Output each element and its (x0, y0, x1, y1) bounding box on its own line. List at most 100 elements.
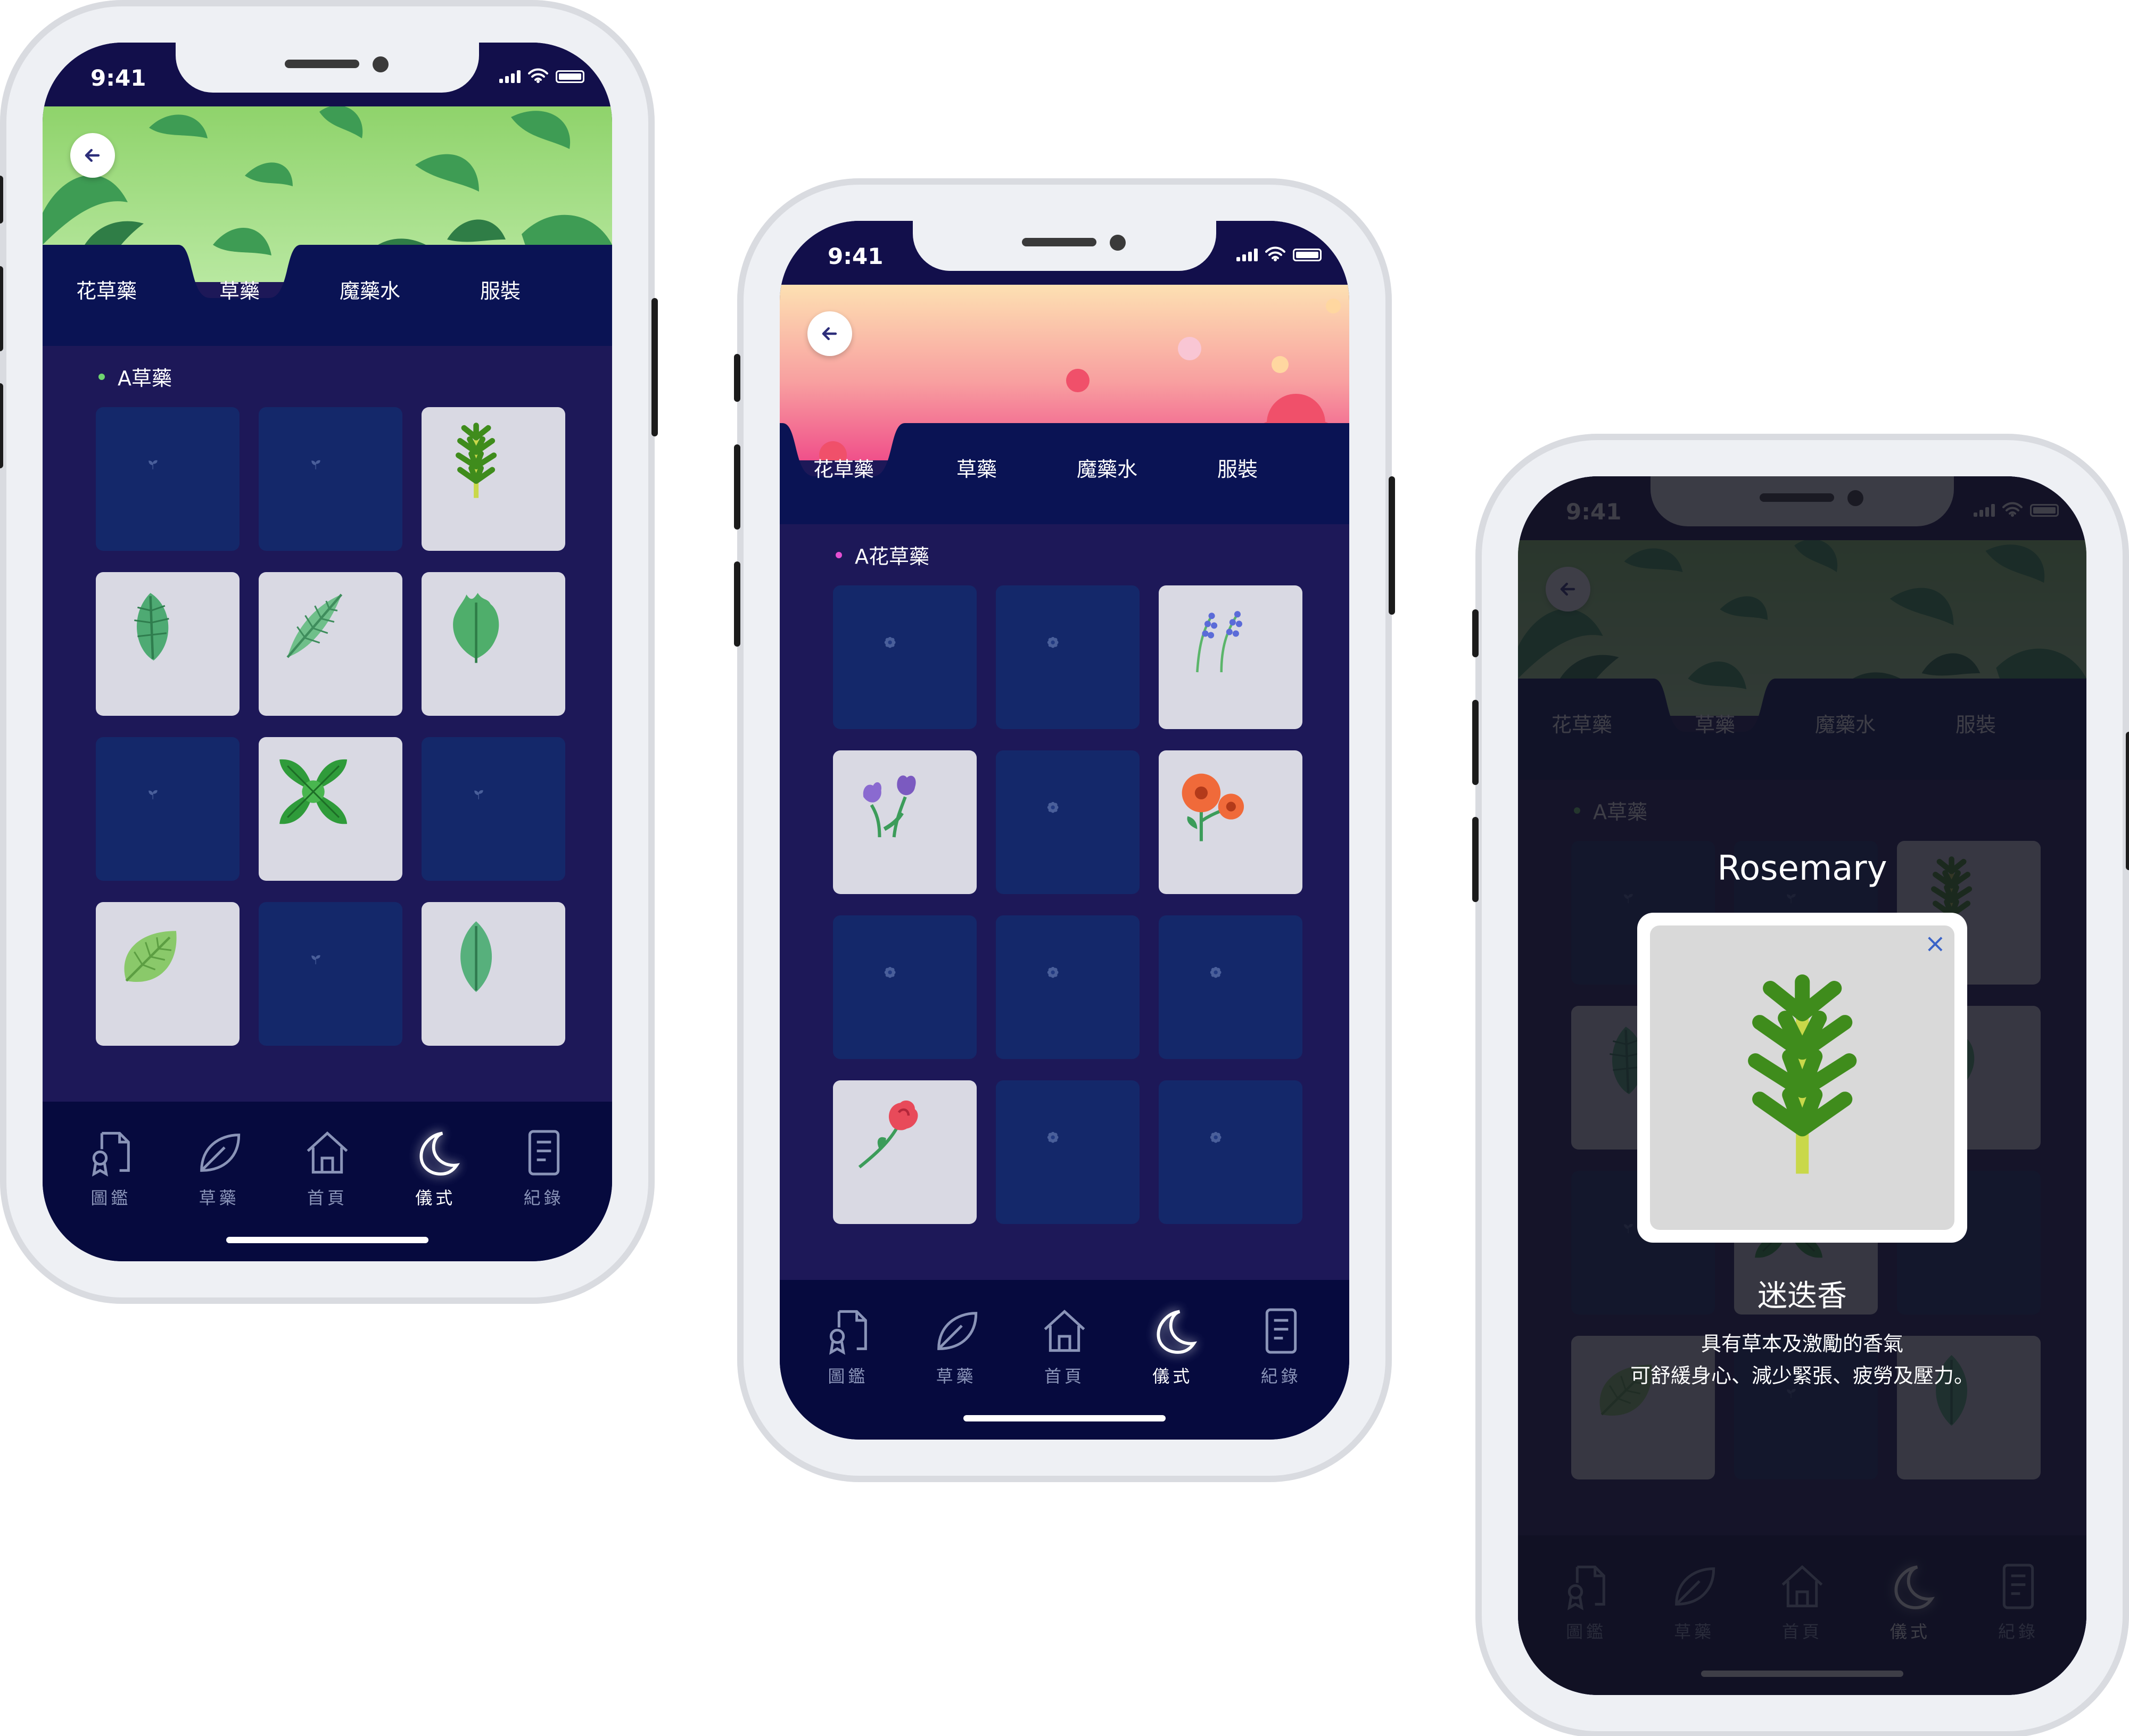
nav-item-label: 儀式 (415, 1188, 456, 1208)
lavender-icon (1173, 600, 1288, 715)
kale-leaf-icon (436, 586, 551, 701)
notch (176, 43, 479, 93)
nav-item-label: 圖鑑 (90, 1188, 131, 1208)
collection-cell[interactable] (1159, 1080, 1302, 1224)
tab-4[interactable]: 服裝 (1217, 453, 1258, 482)
collection-cell[interactable] (259, 902, 402, 1046)
category-tabs: 花草藥 草藥 魔藥水 服裝 (43, 245, 612, 346)
collection-cell[interactable] (259, 407, 402, 551)
tab-1[interactable]: 花草藥 (76, 275, 137, 304)
home-indicator (963, 1415, 1166, 1421)
nav-item-5[interactable]: 紀錄 (1249, 1304, 1313, 1387)
leaf-icon (930, 1304, 983, 1358)
phone-rosemary-detail: 9:41花草藥草藥魔藥水服裝A草藥圖鑑草藥首頁儀式紀錄Rosemary×迷迭香具… (1472, 434, 2129, 1736)
wifi-icon (1265, 246, 1285, 261)
nav-item-1[interactable]: 圖鑑 (816, 1304, 880, 1387)
moon-icon (409, 1126, 462, 1179)
screen: 9:41 花草藥 草藥 魔藥水 服裝 A草藥 圖鑑 草藥 首頁 儀式 紀錄 (43, 43, 612, 1261)
phone-herbs: 9:41 花草藥 草藥 魔藥水 服裝 A草藥 圖鑑 草藥 首頁 儀式 紀錄 (0, 0, 658, 1304)
back-button[interactable] (70, 133, 115, 178)
collection-cell[interactable] (422, 902, 565, 1046)
back-button[interactable] (807, 311, 852, 356)
wifi-icon (528, 68, 548, 83)
leaf-icon (193, 1126, 246, 1179)
rosemary-icon (436, 421, 551, 536)
battery-icon (556, 70, 584, 83)
collection-grid (833, 585, 1302, 1224)
phone-flower-herbs: 9:41 花草藥 草藥 魔藥水 服裝 A花草藥 圖鑑 草藥 首頁 儀式 紀錄 (734, 178, 1395, 1482)
mint-icon (273, 751, 388, 866)
nav-item-label: 紀錄 (523, 1188, 564, 1208)
flower-locked-icon (884, 636, 927, 679)
speaker (285, 60, 359, 68)
bottom-nav: 圖鑑 草藥 首頁 儀式 紀錄 (43, 1102, 612, 1261)
collection-grid (96, 407, 565, 1046)
collection-cell[interactable] (996, 750, 1140, 894)
tab-3[interactable]: 魔藥水 (340, 275, 400, 304)
oval-leaf-icon (436, 916, 551, 1031)
collection-cell[interactable] (1159, 750, 1302, 894)
nav-item-3[interactable]: 首頁 (295, 1126, 359, 1209)
modal-card: × (1637, 913, 1967, 1243)
category-tabs: 花草藥 草藥 魔藥水 服裝 (780, 423, 1349, 524)
sprout-icon (146, 458, 189, 501)
close-icon[interactable]: × (1925, 929, 1946, 958)
collection-cell[interactable] (96, 407, 240, 551)
section-dot (98, 373, 105, 380)
nav-item-3[interactable]: 首頁 (1033, 1304, 1096, 1387)
home-icon (301, 1126, 354, 1179)
rosemary-icon (1696, 971, 1909, 1184)
flower-locked-icon (1046, 636, 1090, 679)
collection-cell[interactable] (259, 737, 402, 881)
collection-cell[interactable] (833, 915, 977, 1059)
tab-2[interactable]: 草藥 (956, 453, 997, 482)
collection-cell[interactable] (96, 737, 240, 881)
collection-cell[interactable] (96, 902, 240, 1046)
collection-cell[interactable] (996, 585, 1140, 729)
home-indicator (226, 1237, 428, 1243)
nav-item-2[interactable]: 草藥 (187, 1126, 251, 1209)
modal-herb-name: 迷迭香 (1757, 1279, 1847, 1313)
tab-2[interactable]: 草藥 (219, 275, 260, 304)
screen: 9:41花草藥草藥魔藥水服裝A草藥圖鑑草藥首頁儀式紀錄Rosemary×迷迭香具… (1518, 476, 2086, 1695)
nav-item-1[interactable]: 圖鑑 (79, 1126, 143, 1209)
notch (913, 221, 1216, 271)
nav-item-label: 草藥 (199, 1188, 240, 1208)
collection-cell[interactable] (833, 585, 977, 729)
nav-item-label: 首頁 (307, 1188, 348, 1208)
section-label: A花草藥 (836, 540, 929, 569)
flower-locked-icon (1046, 966, 1090, 1009)
flower-locked-icon (1046, 1131, 1090, 1174)
collection-cell[interactable] (996, 915, 1140, 1059)
collection-cell[interactable] (833, 750, 977, 894)
nav-item-4[interactable]: 儀式 (1141, 1304, 1204, 1387)
tab-4[interactable]: 服裝 (480, 275, 521, 304)
collection-cell[interactable] (259, 572, 402, 716)
collection-cell[interactable] (96, 572, 240, 716)
collection-cell[interactable] (422, 572, 565, 716)
banana-leaf-icon (110, 586, 225, 701)
nav-item-4[interactable]: 儀式 (403, 1126, 467, 1209)
nav-item-2[interactable]: 草藥 (925, 1304, 988, 1387)
battery-icon (1293, 249, 1322, 261)
collection-cell[interactable] (422, 407, 565, 551)
status-time: 9:41 (828, 243, 884, 269)
sprout-icon (472, 788, 515, 831)
camera (1110, 235, 1126, 251)
nav-item-5[interactable]: 紀錄 (512, 1126, 576, 1209)
record-icon (1255, 1304, 1308, 1358)
collection-cell[interactable] (1159, 585, 1302, 729)
bottom-nav: 圖鑑 草藥 首頁 儀式 紀錄 (780, 1280, 1349, 1440)
signal-icon (499, 70, 521, 83)
tab-3[interactable]: 魔藥水 (1077, 453, 1137, 482)
rose-icon (847, 1095, 962, 1210)
collection-cell[interactable] (1159, 915, 1302, 1059)
round-leaf-icon (110, 916, 225, 1031)
tulip-icon (847, 765, 962, 880)
modal-image (1650, 925, 1954, 1230)
collection-cell[interactable] (833, 1080, 977, 1224)
certificate-icon (821, 1304, 874, 1358)
tab-1[interactable]: 花草藥 (813, 453, 874, 482)
collection-cell[interactable] (422, 737, 565, 881)
collection-cell[interactable] (996, 1080, 1140, 1224)
